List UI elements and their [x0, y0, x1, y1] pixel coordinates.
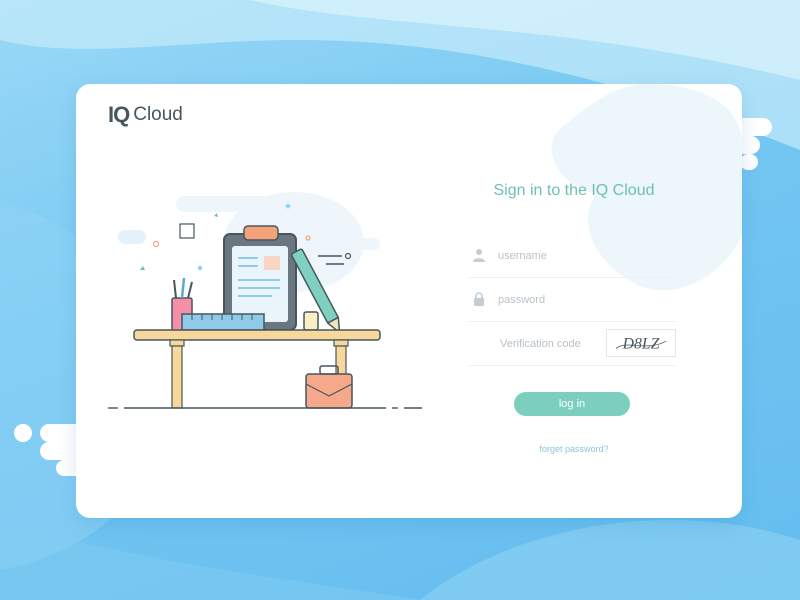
- login-button[interactable]: log in: [514, 392, 630, 416]
- logo-mark: IQ: [108, 102, 130, 127]
- brand-logo: IQ Cloud: [108, 102, 183, 128]
- verification-code-input[interactable]: [500, 334, 600, 354]
- username-field: [468, 234, 676, 278]
- login-card: IQ Cloud Sign in to the IQ Cloud usernam…: [76, 84, 742, 518]
- logo-text: Cloud: [133, 104, 183, 125]
- desk-illustration: [108, 192, 422, 409]
- cloud-dot-left: [14, 424, 32, 442]
- forget-password-link[interactable]: forget password?: [496, 444, 652, 454]
- login-title: Sign in to the IQ Cloud: [493, 182, 655, 199]
- lock-icon: [474, 292, 484, 306]
- verification-code-field: D8LZ: [468, 322, 676, 366]
- password-input[interactable]: [498, 290, 668, 310]
- username-input[interactable]: [498, 246, 668, 266]
- user-icon: [473, 249, 485, 262]
- cloud-pill-right-bottom: [740, 154, 758, 170]
- captcha-text: D8LZ: [622, 336, 660, 353]
- captcha-image[interactable]: D8LZ: [606, 329, 676, 357]
- password-field: [468, 278, 676, 322]
